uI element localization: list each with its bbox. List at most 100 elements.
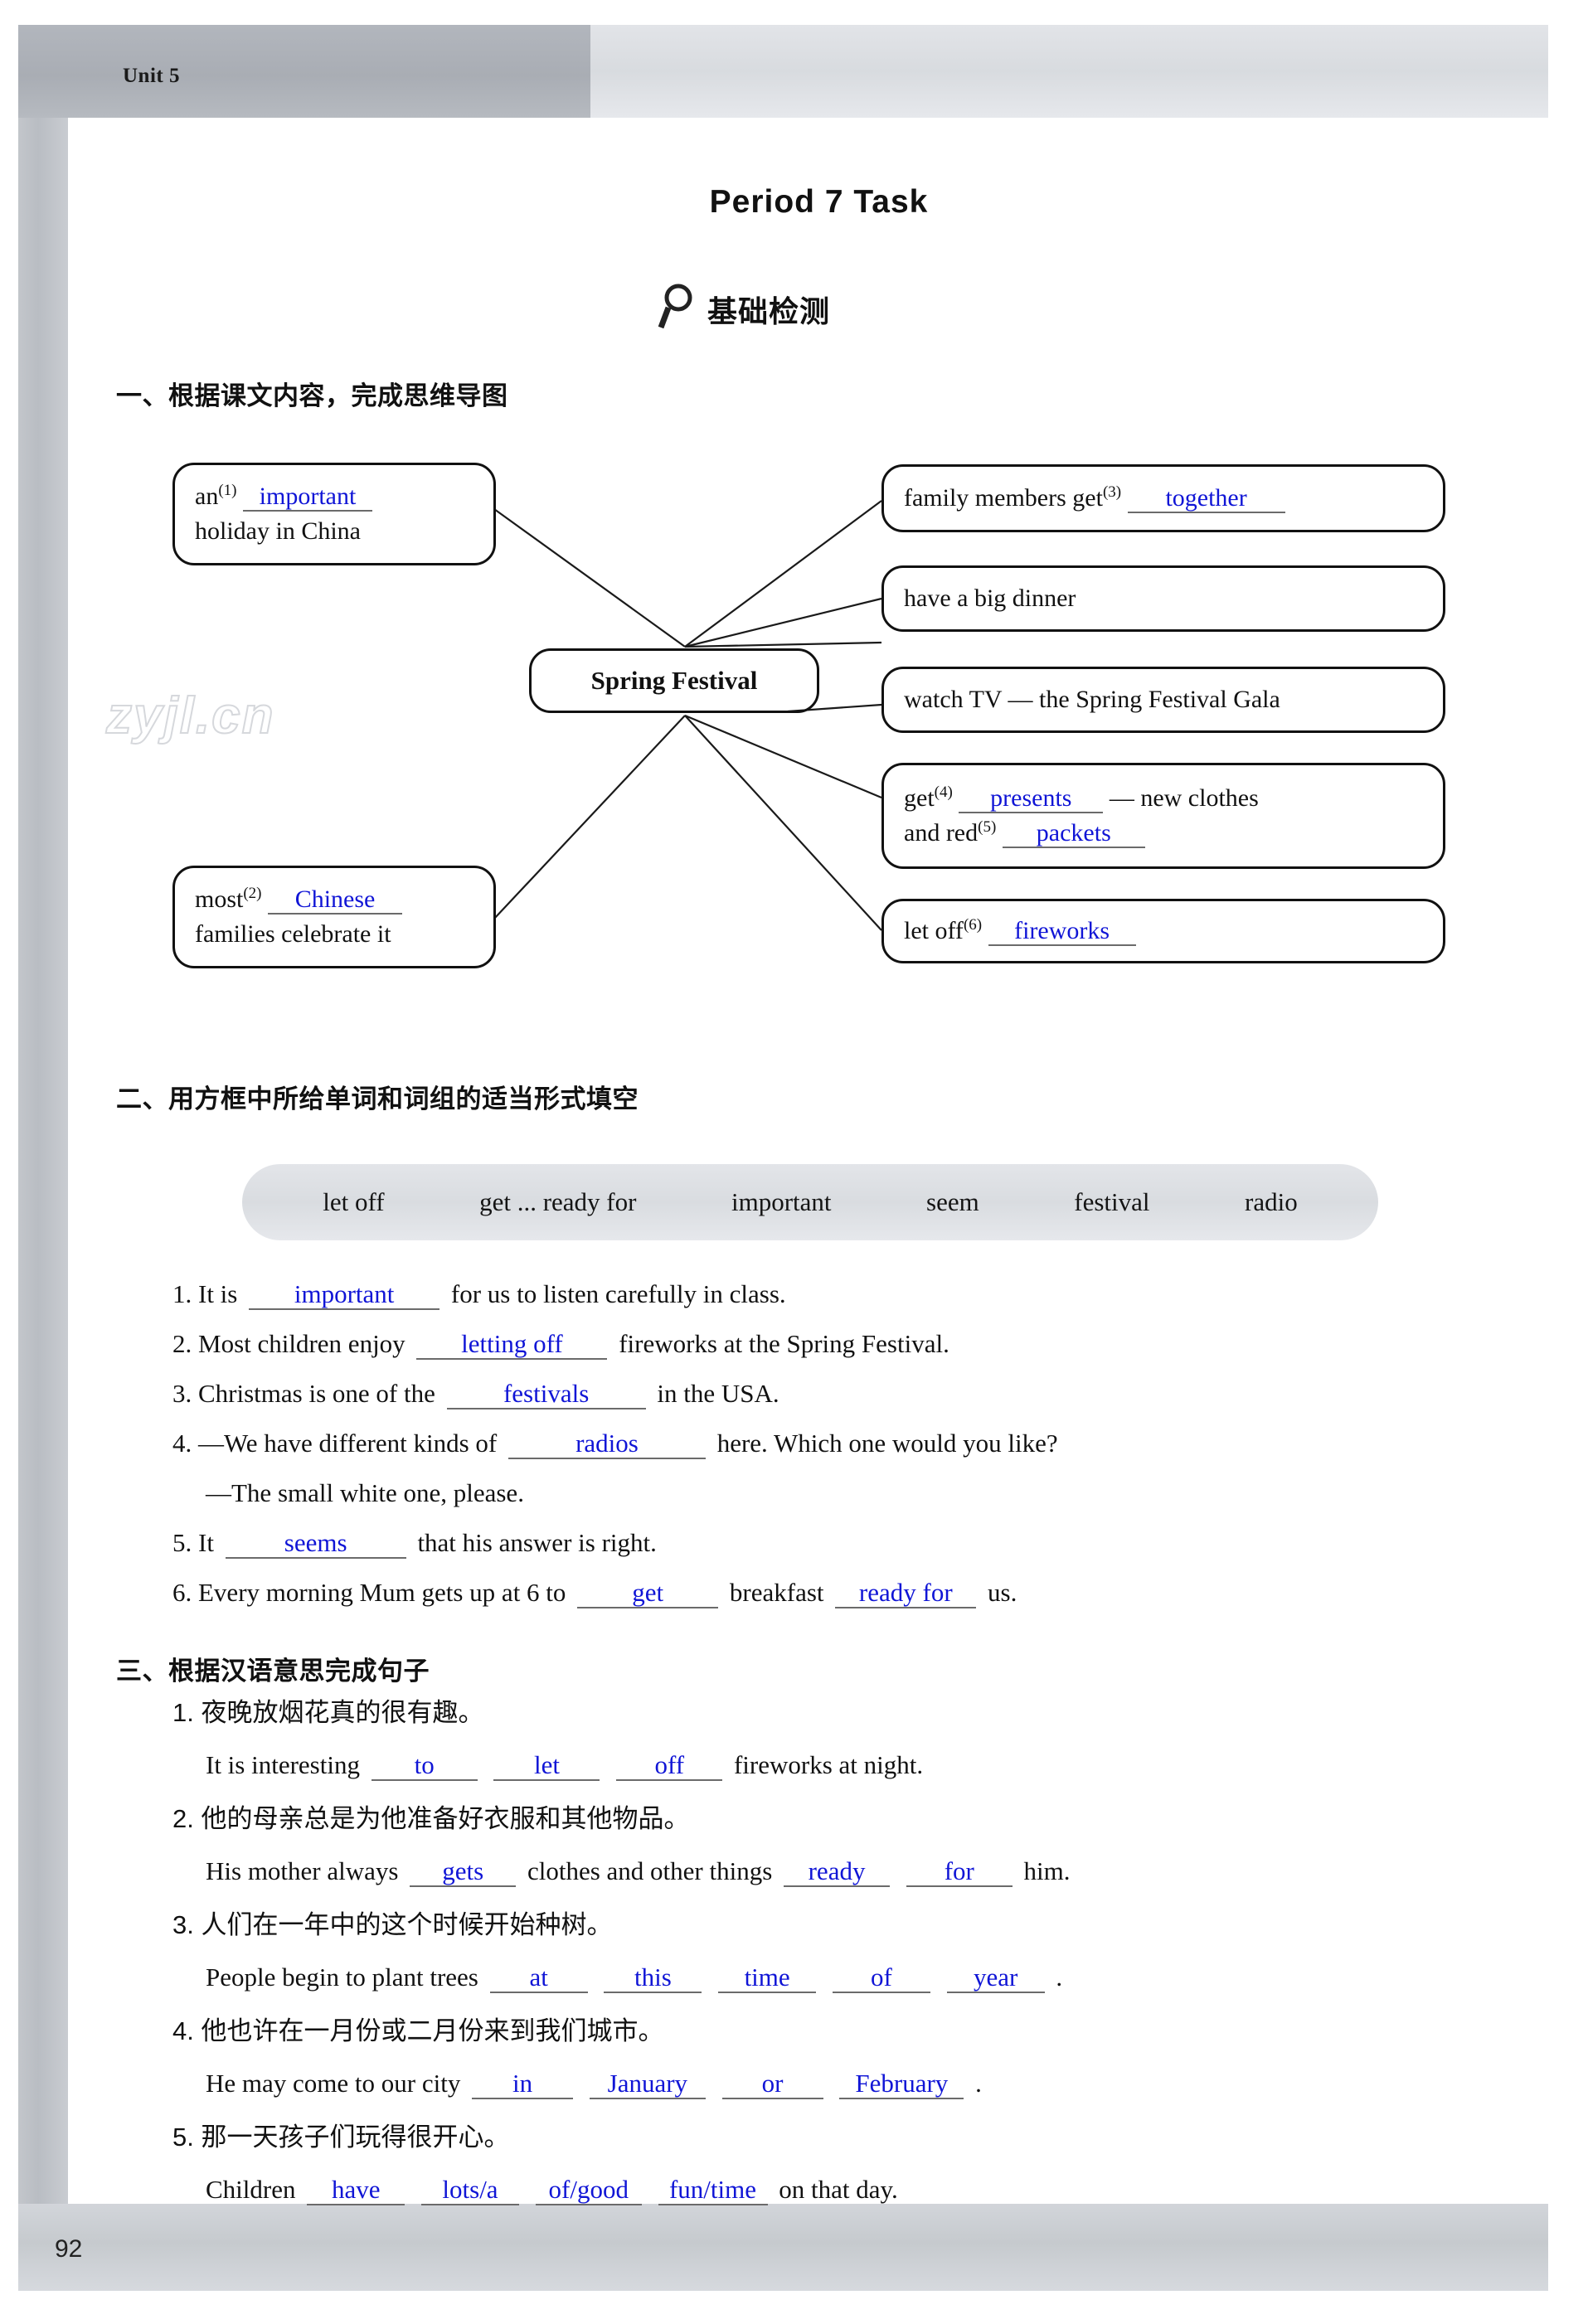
answer-blank-3[interactable]: off [616, 1751, 723, 1781]
exercise-two-item-3: 3. Christmas is one of the festivals in … [172, 1380, 779, 1409]
exercise-three-item-5-english: Children have lots/a of/good fun/time on… [206, 2176, 898, 2205]
answer-blank-2[interactable]: January [589, 2069, 706, 2099]
chinese-prompt: 他也许在一月份或二月份来到我们城市。 [201, 2016, 664, 2045]
word-bank-item[interactable]: let off [323, 1187, 384, 1217]
exercise-three-item-4-chinese: 4. 他也许在一月份或二月份来到我们城市。 [172, 2018, 663, 2044]
mindmap-node-left-bottom: most(2) Chinese families celebrate it [172, 866, 496, 968]
answer-blank-1[interactable]: have [307, 2176, 405, 2205]
answer-blank-2[interactable]: lots/a [421, 2176, 519, 2205]
item-text: —The small white one, please. [206, 1478, 524, 1507]
item-number: 4. [172, 2016, 194, 2045]
section-three-heading: 三、根据汉语意思完成句子 [116, 1657, 430, 1686]
chinese-prompt: 他的母亲总是为他准备好衣服和其他物品。 [201, 1804, 690, 1833]
answer-blank-1[interactable]: in [472, 2069, 574, 2099]
mindmap-node-left-top: an(1) important holiday in China [172, 463, 496, 565]
answer-blank-4[interactable]: February [839, 2069, 964, 2099]
mindmap-node-right-1-text: family members get(3) together [884, 481, 1305, 516]
answer-blank[interactable]: fireworks [988, 918, 1136, 946]
answer-blank[interactable]: seems [225, 1529, 406, 1559]
item-prefix: —We have different kinds of [198, 1429, 498, 1458]
node-prefix: family members get [904, 484, 1103, 512]
word-bank-item[interactable]: radio [1245, 1187, 1298, 1217]
answer-blank-2[interactable]: ready [784, 1857, 891, 1887]
blank-number: (2) [243, 885, 262, 902]
mindmap-node-right-2: have a big dinner [881, 565, 1445, 632]
page-title: Period 7 Task [709, 184, 929, 220]
answer-blank-3[interactable]: time [718, 1963, 817, 1993]
answer-blank-2[interactable]: this [604, 1963, 702, 1993]
item-suffix: . [1056, 1963, 1063, 1992]
answer-blank-1[interactable]: to [371, 1751, 478, 1781]
item-suffix: fireworks at night. [733, 1750, 924, 1779]
item-prefix: Every morning Mum gets up at 6 to [198, 1578, 566, 1607]
exercise-three-item-3-chinese: 3. 人们在一年中的这个时候开始种树。 [172, 1912, 612, 1938]
mindmap-center-label: Spring Festival [590, 666, 758, 696]
answer-blank-3[interactable]: or [721, 2069, 823, 2099]
answer-blank-2[interactable]: ready for [835, 1579, 977, 1608]
section-one-heading: 一、根据课文内容，完成思维导图 [116, 381, 508, 410]
answer-blank[interactable]: get [577, 1579, 719, 1608]
item-number: 4. [172, 1429, 192, 1458]
word-bank-item[interactable]: festival [1074, 1187, 1149, 1217]
exercise-two-item-6: 6. Every morning Mum gets up at 6 to get… [172, 1579, 1017, 1608]
answer-blank-2[interactable]: let [493, 1751, 600, 1781]
exercise-three-item-4-english: He may come to our city in January or Fe… [206, 2069, 982, 2099]
answer-blank-2[interactable]: packets [1002, 820, 1145, 848]
answer-blank[interactable]: together [1127, 485, 1285, 513]
answer-blank-1[interactable]: gets [410, 1857, 517, 1887]
mindmap-node-right-4: get(4) presents — new clothes and red(5)… [881, 763, 1445, 869]
item-number: 3. [172, 1910, 194, 1939]
answer-blank[interactable]: festivals [446, 1380, 646, 1409]
node-line2: holiday in China [195, 517, 361, 545]
exercise-two-item-5: 5. It seems that his answer is right. [172, 1528, 657, 1559]
answer-blank[interactable]: presents [959, 785, 1104, 813]
node-prefix: an [195, 483, 219, 510]
basic-check-badge: 基础检测 [658, 282, 830, 336]
page-frame-header-light [590, 25, 1548, 118]
answer-blank-4[interactable]: of [832, 1963, 930, 1993]
item-prefix: His mother always [206, 1856, 399, 1885]
answer-blank-3[interactable]: for [906, 1857, 1013, 1887]
answer-blank[interactable]: letting off [416, 1330, 608, 1360]
node-prefix: most [195, 885, 244, 913]
node-prefix-2: and red [904, 819, 979, 847]
item-prefix: Most children enjoy [198, 1329, 405, 1358]
item-number: 2. [172, 1804, 194, 1833]
item-middle: clothes and other things [527, 1856, 773, 1885]
item-number: 3. [172, 1379, 192, 1408]
item-number: 5. [172, 1528, 192, 1557]
exercise-two-item-4: 4. —We have different kinds of radios he… [172, 1429, 1058, 1459]
mindmap-node-right-4-text: get(4) presents — new clothes and red(5)… [884, 781, 1279, 851]
blank-number: (3) [1102, 483, 1122, 501]
answer-blank[interactable]: important [249, 1280, 440, 1310]
item-prefix: People begin to plant trees [206, 1963, 478, 1992]
answer-blank-1[interactable]: at [489, 1963, 588, 1993]
page-frame-header-dark [18, 25, 590, 118]
mindmap-node-right-5: let off(6) fireworks [881, 899, 1445, 963]
word-bank-item[interactable]: seem [926, 1187, 979, 1217]
mindmap-node-right-2-text: have a big dinner [904, 585, 1076, 612]
exercise-three-item-5-chinese: 5. 那一天孩子们玩得很开心。 [172, 2124, 509, 2150]
item-number: 1. [172, 1698, 194, 1727]
item-suffix: him. [1023, 1856, 1071, 1885]
word-bank-item[interactable]: important [731, 1187, 832, 1217]
item-suffix: . [975, 2069, 982, 2098]
unit-label: Unit 5 [123, 65, 180, 87]
section-two-heading: 二、用方框中所给单词和词组的适当形式填空 [116, 1084, 639, 1113]
item-suffix: here. Which one would you like? [716, 1429, 1058, 1458]
answer-blank-3[interactable]: of/good [535, 2176, 642, 2205]
answer-blank-5[interactable]: year [946, 1963, 1045, 1993]
item-prefix: He may come to our city [206, 2069, 461, 2098]
item-prefix: Christmas is one of the [198, 1379, 435, 1408]
mindmap-node-right-1: family members get(3) together [881, 464, 1445, 532]
answer-blank[interactable]: important [242, 483, 372, 512]
item-prefix: Children [206, 2175, 296, 2204]
answer-blank[interactable]: radios [507, 1429, 706, 1459]
answer-blank[interactable]: Chinese [268, 886, 403, 915]
blank-number: (1) [218, 482, 237, 499]
word-bank-item[interactable]: get ... ready for [479, 1187, 636, 1217]
item-number: 1. [172, 1279, 192, 1308]
answer-blank-4[interactable]: fun/time [658, 2176, 768, 2205]
mindmap-node-left-bottom-text: most(2) Chinese families celebrate it [175, 882, 422, 952]
item-number: 5. [172, 2123, 194, 2152]
